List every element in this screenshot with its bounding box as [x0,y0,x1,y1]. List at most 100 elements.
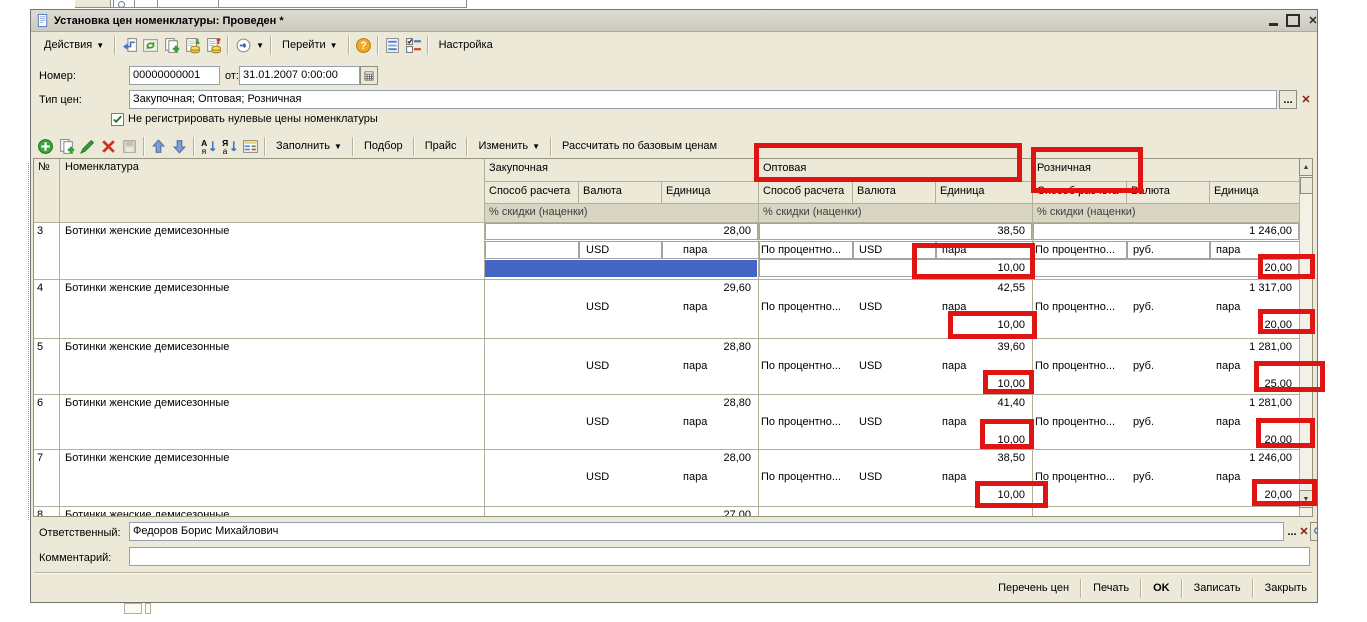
wholesale-price-cell[interactable]: 38,50 [762,452,1025,465]
actions-button[interactable]: Действия▼ [37,36,111,54]
purchase-price-cell[interactable]: 28,00 [488,452,751,465]
scroll-thumb[interactable] [1300,177,1313,194]
wholesale-price-cell[interactable]: 41,40 [762,397,1025,410]
scroll-down-button[interactable]: ▼ [1299,490,1313,508]
wholesale-method-cell[interactable]: По процентно... [761,244,847,257]
subheader-unit[interactable]: Единица [940,185,985,197]
price-list-button[interactable]: Перечень цен [990,579,1077,597]
wholesale-unit-cell[interactable]: пара [942,471,1014,484]
wholesale-unit-cell[interactable]: пара [942,416,1014,429]
table-row[interactable]: 7Ботинки женские демисезонные28,00USDпар… [34,449,1299,505]
wholesale-price-cell[interactable]: 38,50 [762,225,1025,238]
purchase-price-cell[interactable]: 28,80 [488,341,751,354]
retail-unit-cell[interactable]: пара [1216,471,1281,484]
purchase-unit-cell[interactable]: пара [683,416,755,429]
wholesale-currency-cell[interactable]: USD [859,416,932,429]
move-up-icon[interactable] [150,138,167,155]
group-header-retail[interactable]: Розничная [1037,162,1091,174]
table-row[interactable]: 5 Ботинки женские демисезонные 28,80 USD пар… [34,338,1299,393]
row-number[interactable]: 5 [37,341,57,354]
wholesale-method-cell[interactable]: По процентно... [761,416,847,429]
retail-currency-cell[interactable]: руб. [1133,301,1206,314]
wholesale-method-cell[interactable]: По процентно... [761,360,847,373]
fill-button[interactable]: Заполнить▼ [269,137,349,155]
table-row[interactable]: 3Ботинки женские демисезонные28,00USDпар… [34,222,1299,278]
subheader-unit[interactable]: Единица [666,185,711,197]
settings-button[interactable]: Настройка [432,36,500,54]
purchase-price-cell[interactable]: 28,80 [488,397,751,410]
wholesale-discount-cell[interactable]: 10,00 [762,434,1025,447]
structure-icon[interactable] [384,37,401,54]
comment-input[interactable] [129,547,1310,566]
retail-currency-cell[interactable]: руб. [1133,244,1206,257]
retail-price-cell[interactable]: 1 246,00 [1036,452,1292,465]
goto-button[interactable]: Перейти▼ [275,36,345,54]
maximize-button[interactable] [1286,14,1300,28]
purchase-unit-cell[interactable]: пара [683,301,755,314]
row-number[interactable]: 7 [37,452,57,465]
wholesale-discount-cell[interactable]: 10,00 [762,489,1025,502]
responsible-search-button[interactable] [1310,522,1318,541]
purchase-price-cell[interactable]: 28,00 [488,225,751,238]
sort-descending-icon[interactable]: Я а [221,138,238,155]
retail-unit-cell[interactable]: пара [1216,301,1281,314]
price-list-icon[interactable] [242,138,259,155]
column-header-item[interactable]: Номенклатура [65,161,139,173]
wholesale-price-cell[interactable]: 42,55 [762,282,1025,295]
wholesale-unit-cell[interactable]: пара [942,360,1014,373]
copy-row-icon[interactable] [58,138,75,155]
date-input[interactable]: 31.01.2007 0:00:00 [239,66,360,85]
close-form-button[interactable]: Закрыть [1257,579,1315,597]
subheader-unit[interactable]: Единица [1214,185,1259,197]
purchase-currency-cell[interactable]: USD [586,416,659,429]
responsible-input[interactable]: Федоров Борис Михайлович [129,522,1284,541]
purchase-unit-cell[interactable]: пара [683,471,755,484]
move-down-icon[interactable] [171,138,188,155]
subheader-method[interactable]: Способ расчета [1037,185,1118,197]
purchase-currency-cell[interactable]: USD [586,244,659,257]
row-number[interactable]: 4 [37,282,57,295]
retail-unit-cell[interactable]: пара [1216,416,1281,429]
retail-unit-cell[interactable]: пара [1216,360,1281,373]
item-name-cell[interactable]: Ботинки женские демисезонные [65,282,475,295]
table-row[interactable]: 6Ботинки женские демисезонные28,80USDпар… [34,394,1299,448]
wholesale-currency-cell[interactable]: USD [859,471,932,484]
item-name-cell[interactable]: Ботинки женские демисезонные [65,341,475,354]
retail-discount-cell[interactable]: 20,00 [1036,319,1292,332]
wholesale-price-cell[interactable]: 39,60 [762,341,1025,354]
subheader-currency[interactable]: Валюта [583,185,622,197]
table-row[interactable]: 8Ботинки женские демисезонные27,00 [34,506,1299,516]
retail-unit-cell[interactable]: пара [1216,244,1281,257]
subheader-method[interactable]: Способ расчета [489,185,570,197]
purchase-unit-cell[interactable]: пара [683,244,755,257]
retail-price-cell[interactable]: 1 281,00 [1036,397,1292,410]
retail-discount-cell[interactable]: 20,00 [1036,489,1292,502]
end-edit-icon-disabled[interactable] [121,138,138,155]
retail-currency-cell[interactable]: руб. [1133,471,1206,484]
responsible-clear-button[interactable]: ✕ [1298,522,1310,541]
retail-price-cell[interactable]: 1 246,00 [1036,225,1292,238]
refresh-icon[interactable] [142,37,159,54]
price-type-select-button[interactable]: ... [1279,90,1297,109]
pick-button[interactable]: Подбор [357,137,410,155]
title-bar[interactable]: Установка цен номенклатуры: Проведен * ✕ [31,10,1317,32]
unpost-document-icon[interactable] [205,37,222,54]
wholesale-method-cell[interactable]: По процентно... [761,471,847,484]
row-number[interactable]: 8 [37,509,57,516]
purchase-unit-cell[interactable]: пара [683,360,755,373]
copy-add-icon[interactable] [163,37,180,54]
retail-method-cell[interactable]: По процентно... [1035,360,1121,373]
wholesale-discount-cell[interactable]: 10,00 [762,319,1025,332]
number-input[interactable]: 00000000001 [129,66,220,85]
wholesale-unit-cell[interactable]: пара [942,301,1014,314]
minimize-button[interactable] [1266,14,1280,28]
wholesale-currency-cell[interactable]: USD [859,360,932,373]
wholesale-currency-cell[interactable]: USD [859,301,932,314]
edit-row-icon[interactable] [79,138,96,155]
wholesale-discount-cell[interactable]: 10,00 [762,378,1025,391]
delete-row-icon[interactable] [100,138,117,155]
price-button[interactable]: Прайс [418,137,464,155]
column-header-number[interactable]: № [38,161,50,173]
wholesale-method-cell[interactable]: По процентно... [761,301,847,314]
selected-cell[interactable] [485,260,757,277]
